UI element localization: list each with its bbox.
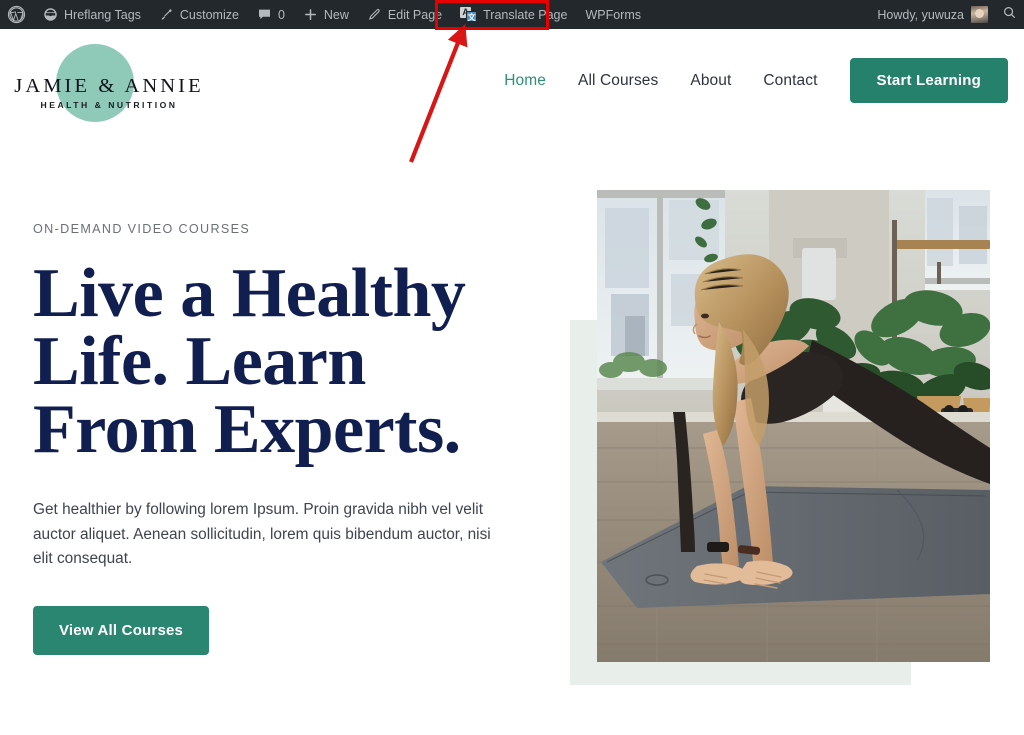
admin-bar-hreflang-label: Hreflang Tags bbox=[64, 7, 141, 22]
main-navigation: Home All Courses About Contact Start Lea… bbox=[488, 58, 1008, 103]
plus-icon bbox=[303, 7, 318, 22]
hero-title-line-3: From Experts. bbox=[33, 391, 461, 468]
logo-brand-name: JAMIE & ANNIE bbox=[14, 75, 204, 97]
nav-item-all-courses[interactable]: All Courses bbox=[562, 72, 674, 90]
hero-content: ON-DEMAND VIDEO COURSES Live a Healthy L… bbox=[33, 222, 533, 655]
search-icon bbox=[1002, 5, 1017, 25]
site-logo[interactable]: JAMIE & ANNIE HEALTH & NUTRITION bbox=[14, 40, 214, 140]
hero-title-line-1: Live a Healthy bbox=[33, 255, 466, 332]
admin-bar-new[interactable]: New bbox=[294, 0, 358, 29]
admin-bar-comments[interactable]: 0 bbox=[248, 0, 294, 29]
admin-bar-comment-count: 0 bbox=[277, 7, 285, 22]
admin-bar-translate-page[interactable]: A 文 Translate Page bbox=[451, 0, 576, 29]
logo-tagline: HEALTH & NUTRITION bbox=[40, 100, 178, 110]
hero-eyebrow-text: ON-DEMAND VIDEO COURSES bbox=[33, 222, 251, 236]
nav-item-about[interactable]: About bbox=[674, 72, 747, 90]
pencil-icon bbox=[367, 7, 382, 22]
hreflang-icon bbox=[43, 7, 58, 22]
wordpress-logo-icon bbox=[7, 5, 26, 24]
admin-bar-howdy[interactable]: Howdy, yuwuza bbox=[877, 0, 994, 29]
page-title: Live a Healthy Life. Learn From Experts. bbox=[33, 255, 533, 468]
translate-icon: A 文 bbox=[460, 7, 478, 22]
start-learning-button[interactable]: Start Learning bbox=[849, 58, 1008, 103]
wordpress-logo-button[interactable] bbox=[0, 0, 34, 29]
translate-icon-glyph-cjk: 文 bbox=[466, 11, 478, 22]
admin-bar-customize[interactable]: Customize bbox=[150, 0, 248, 29]
view-all-courses-button[interactable]: View All Courses bbox=[33, 605, 210, 655]
wp-admin-bar: Hreflang Tags Customize 0 New Edit Page … bbox=[0, 0, 1024, 29]
nav-item-home[interactable]: Home bbox=[488, 72, 562, 90]
admin-bar-howdy-label: Howdy, yuwuza bbox=[877, 7, 964, 22]
hero-paragraph: Get healthier by following lorem Ipsum. … bbox=[33, 501, 491, 567]
admin-bar-edit-page[interactable]: Edit Page bbox=[358, 0, 451, 29]
admin-bar-translate-page-label: Translate Page bbox=[483, 7, 568, 22]
admin-bar-search-button[interactable] bbox=[994, 0, 1024, 29]
admin-bar-hreflang-tags[interactable]: Hreflang Tags bbox=[34, 0, 150, 29]
admin-bar-customize-label: Customize bbox=[179, 7, 239, 22]
hero-image bbox=[597, 190, 990, 662]
admin-bar-wpforms[interactable]: WPForms bbox=[576, 0, 650, 29]
admin-bar-new-label: New bbox=[323, 7, 349, 22]
nav-item-contact[interactable]: Contact bbox=[747, 72, 833, 90]
admin-bar-wpforms-label: WPForms bbox=[585, 7, 642, 22]
comment-icon bbox=[257, 7, 272, 22]
admin-bar-spacer bbox=[650, 0, 877, 29]
admin-bar-edit-page-label: Edit Page bbox=[387, 7, 443, 22]
site-header: JAMIE & ANNIE HEALTH & NUTRITION Home Al… bbox=[0, 29, 1024, 151]
hero-title-line-2: Life. Learn bbox=[33, 323, 366, 400]
avatar bbox=[971, 6, 988, 23]
paintbrush-icon bbox=[159, 7, 174, 22]
